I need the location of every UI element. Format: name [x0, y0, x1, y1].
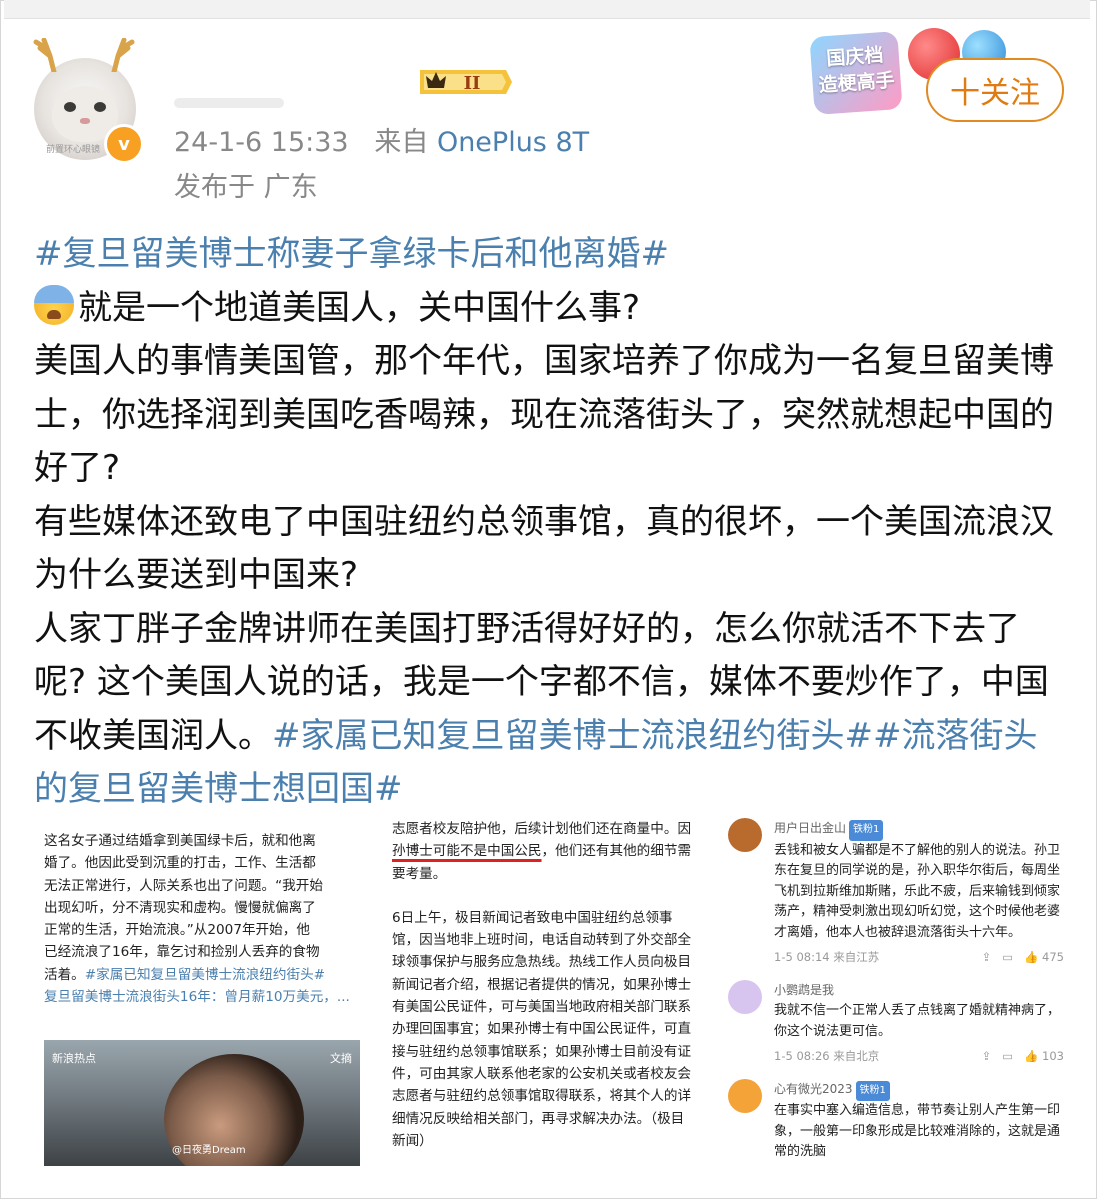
news-line: 这名女子通过结婚拿到美国绿卡后，就和他离: [44, 833, 316, 849]
comment-text: 在事实中塞入编造信息，带节奏让别人产生第一印象，一般第一印象形成是比较难消除的，…: [774, 1103, 1061, 1159]
blurred-username[interactable]: [174, 98, 284, 108]
comment-header: 心有微光2023 铁粉1: [774, 1079, 1064, 1101]
news-paragraph-2: 6日上午，极目新闻记者致电中国驻纽约总领事馆，因当地非上班时间，电话自动转到了外…: [392, 909, 692, 1149]
cat-nose: [80, 118, 90, 124]
avatar-caption: 前置环心眼镜: [46, 145, 101, 155]
news-line: 无法正常进行，人际关系也出了问题。“我开始: [44, 877, 323, 894]
level-badge-text: II: [464, 73, 481, 94]
antler-left-icon: [33, 38, 57, 72]
antler-right-icon: [111, 38, 135, 72]
video-source-logo: 新浪热点: [52, 1052, 96, 1065]
cropped-line: [44, 818, 360, 830]
fan-badge: 铁粉1: [849, 820, 884, 841]
news-line: 正常的生活，开始流浪。”从2007年开始，他: [44, 922, 310, 939]
fan-badge: 铁粉1: [855, 1080, 890, 1101]
comment-icon[interactable]: ▭: [1002, 1049, 1013, 1063]
post-device-link[interactable]: OnePlus 8T: [437, 127, 589, 158]
comment-meta: 1-5 08:14 来自江苏 ⇪ ▭ 👍 475: [774, 947, 1064, 968]
like-count: 475: [1042, 950, 1064, 964]
promo-badge: 国庆档 造梗高手: [809, 31, 903, 115]
anxious-face-emoji-icon: [34, 284, 74, 325]
post-hashtag-title[interactable]: #复旦留美博士称妻子拿绿卡后和他离婚#: [34, 228, 1064, 282]
comment-item: 心有微光2023 铁粉1 在事实中塞入编造信息，带节奏让别人产生第一印象，一般第一…: [724, 1078, 1064, 1163]
like-icon[interactable]: 👍: [1024, 1049, 1038, 1063]
post-body: #复旦留美博士称妻子拿绿卡后和他离婚# 就是一个地道美国人，关中国什么事? 美国…: [34, 228, 1064, 817]
video-tag: 文摘: [330, 1052, 352, 1065]
verified-badge-icon: v: [104, 124, 144, 164]
comment-item: 用户日出金山 铁粉1 丢钱和被女人骗都是不了解他的别人的说法。孙卫东在复旦的同学说…: [724, 818, 1064, 968]
attached-image-3[interactable]: 用户日出金山 铁粉1 丢钱和被女人骗都是不了解他的别人的说法。孙卫东在复旦的同学说…: [724, 818, 1064, 1174]
comment-header: 用户日出金山 铁粉1: [774, 818, 1064, 841]
post-timestamp: 24-1-6 15:33: [174, 127, 349, 158]
post-source-prefix: 来自: [374, 127, 429, 158]
comment-header: 小鹦鹉是我: [774, 980, 1064, 1002]
news-line-text: 活着。: [44, 966, 85, 983]
like-icon[interactable]: 👍: [1024, 950, 1038, 964]
comment-meta: 1-5 08:26 来自北京 ⇪ ▭ 👍 103: [774, 1046, 1064, 1067]
top-edge-strip: [4, 0, 1090, 19]
attached-image-2[interactable]: 志愿者校友陪护他，后续计划他们还在商量中。因孙博士可能不是中国公民，他们还有其他…: [392, 818, 692, 1174]
hashtag-link[interactable]: #家属已知复旦留美博士流浪纽约街头#: [272, 716, 873, 756]
follow-button[interactable]: 十关注: [926, 58, 1064, 122]
promo-text: 国庆档 造梗高手: [818, 44, 896, 97]
post-paragraph-2: 有些媒体还致电了中国驻纽约总领事馆，真的很坏，一个美国流浪汉为什么要送到中国来?: [34, 501, 1054, 596]
comment-text: 我就不信一个正常人丢了点钱离了婚就精神病了，你这个说法更可信。: [774, 1003, 1061, 1039]
cat-eye-left: [64, 102, 76, 112]
post-line-1-text: 就是一个地道美国人，关中国什么事?: [78, 287, 641, 328]
comment-text: 丢钱和被女人骗都是不了解他的别人的说法。孙卫东在复旦的同学说的是，孙入职华尔街后…: [774, 842, 1061, 940]
comment-item: 小鹦鹉是我 我就不信一个正常人丢了点钱离了婚就精神病了，你这个说法更可信。 1-…: [724, 979, 1064, 1067]
commenter-avatar[interactable]: [728, 979, 762, 1014]
video-watermark: @日夜勇Dream: [172, 1144, 246, 1156]
news-line: 已经流浪了16年，靠乞讨和捡别人丢弃的食物: [44, 944, 320, 961]
post-paragraph-1: 美国人的事情美国管，那个年代，国家培养了你成为一名复旦留美博士，你选择润到美国吃…: [34, 341, 1054, 488]
news-excerpt: 这名女子通过结婚拿到美国绿卡后，就和他离 婚了。他因此受到沉重的打击，工作、生活…: [44, 818, 360, 1008]
hashtag-link[interactable]: #复旦留美博士称妻子拿绿卡后和他离婚#: [34, 234, 669, 274]
post-line-1: 就是一个地道美国人，关中国什么事?: [34, 282, 1064, 336]
underlined-text: 孙博士可能不是中国公民: [392, 843, 542, 860]
commenter-name[interactable]: 用户日出金山: [774, 821, 846, 835]
news-link[interactable]: 复旦留美博士流浪街头16年：曾月薪10万美元，...: [44, 986, 360, 1008]
level-badge-icon: II: [420, 70, 512, 94]
comment-icon[interactable]: ▭: [1002, 950, 1013, 964]
comment-actions: ⇪ ▭ 👍 475: [982, 947, 1064, 968]
commenter-avatar[interactable]: [728, 818, 762, 852]
attached-image-1[interactable]: 这名女子通过结婚拿到美国绿卡后，就和他离 婚了。他因此受到沉重的打击，工作、生活…: [44, 818, 360, 1174]
post-location: 发布于 广东: [174, 172, 318, 203]
share-icon[interactable]: ⇪: [982, 950, 992, 964]
cat-eye-right: [94, 102, 106, 112]
comment-time: 1-5 08:26 来自北京: [774, 1049, 880, 1063]
news-line: 活着。#家属已知复旦留美博士流浪纽约街头#: [44, 964, 360, 986]
comment-time: 1-5 08:14 来自江苏: [774, 950, 880, 964]
post-meta: 24-1-6 15:33 来自 OnePlus 8T: [174, 120, 589, 159]
news-line: 出现幻听，分不清现实和虚构。慢慢就偏离了: [44, 899, 316, 916]
comment-actions: ⇪ ▭ 👍 103: [982, 1046, 1064, 1067]
news-text: 志愿者校友陪护他，后续计划他们还在商量中。因: [392, 821, 692, 837]
commenter-name[interactable]: 心有微光2023: [774, 1082, 853, 1096]
share-icon[interactable]: ⇪: [982, 1049, 992, 1063]
like-count: 103: [1042, 1049, 1064, 1063]
commenter-name[interactable]: 小鹦鹉是我: [774, 983, 834, 997]
commenter-avatar[interactable]: [728, 1078, 762, 1113]
news-line: 婚了。他因此受到沉重的打击，工作、生活都: [44, 855, 316, 872]
news-hashtag[interactable]: #家属已知复旦留美博士流浪纽约街头#: [85, 967, 325, 983]
video-thumbnail[interactable]: 新浪热点 文摘 @日夜勇Dream: [44, 1040, 360, 1166]
post-paragraph-3: 人家丁胖子金牌讲师在美国打野活得好好的，怎么你就活不下去了呢? 这个美国人说的话…: [34, 603, 1064, 817]
news-paragraph-1: 志愿者校友陪护他，后续计划他们还在商量中。因孙博士可能不是中国公民，他们还有其他…: [392, 818, 692, 885]
